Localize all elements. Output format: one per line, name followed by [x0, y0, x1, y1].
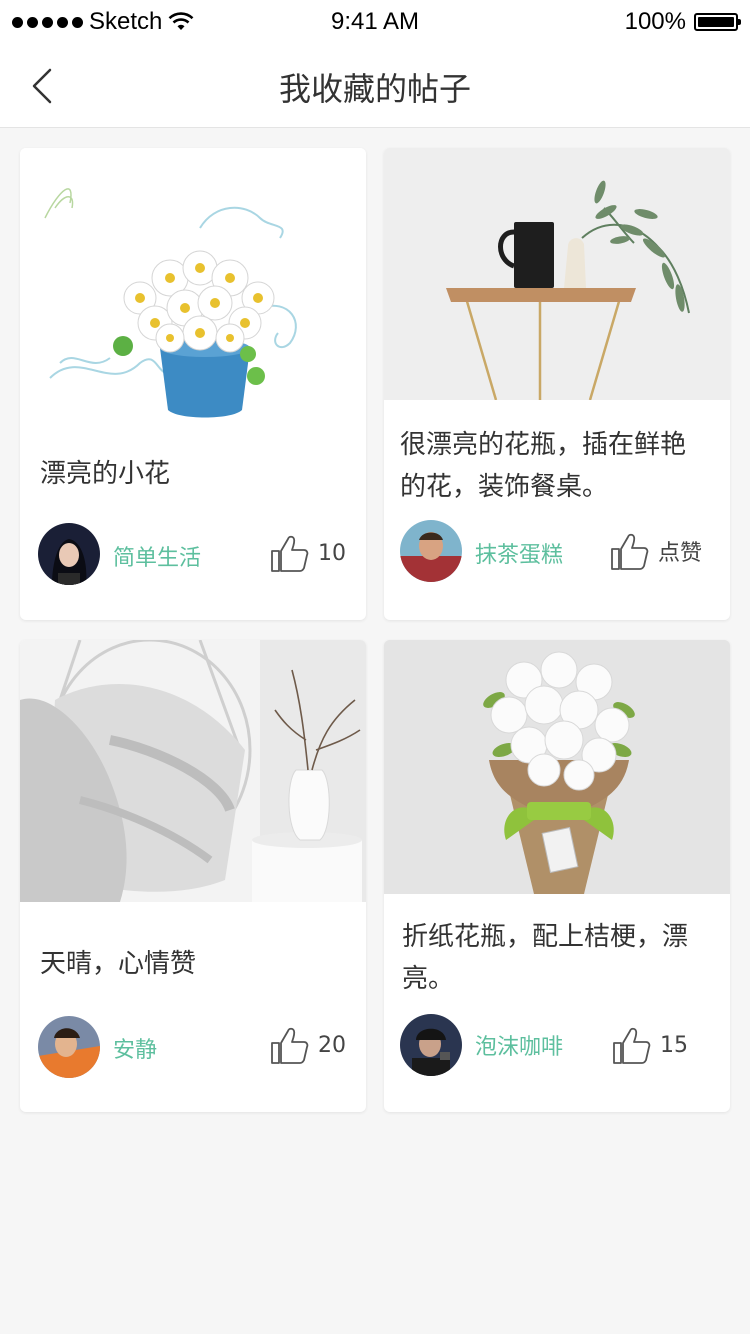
post-card[interactable]: 折纸花瓶，配上桔梗，漂亮。 泡沫咖啡 15: [384, 640, 730, 1112]
battery-percent: 100%: [624, 8, 686, 35]
post-image: [20, 148, 366, 428]
post-image: [384, 640, 730, 894]
post-title: 天晴，心情赞: [40, 949, 197, 979]
author-avatar[interactable]: [38, 523, 100, 585]
like-button[interactable]: 10: [270, 533, 346, 573]
like-button[interactable]: 15: [612, 1025, 688, 1065]
like-button[interactable]: 20: [270, 1025, 346, 1065]
chevron-left-icon: [32, 68, 52, 104]
like-count: 10: [318, 540, 346, 566]
post-image: [20, 640, 366, 902]
back-button[interactable]: [22, 64, 66, 108]
post-title: 折纸花瓶，配上桔梗，漂亮。: [402, 922, 689, 994]
nav-bar: 我收藏的帖子: [0, 44, 750, 128]
author-name[interactable]: 抹茶蛋糕: [475, 537, 563, 569]
thumbs-up-icon: [613, 1027, 651, 1064]
thumbs-up-icon: [271, 535, 309, 572]
post-image: [384, 148, 730, 400]
like-count: 20: [318, 1032, 346, 1058]
post-title: 漂亮的小花: [40, 459, 171, 489]
thumbs-up-icon: [611, 533, 649, 570]
author-avatar[interactable]: [38, 1016, 100, 1078]
page-title: 我收藏的帖子: [278, 70, 471, 108]
author-name[interactable]: 简单生活: [113, 540, 201, 572]
post-card[interactable]: 漂亮的小花 简单生活 10: [20, 148, 366, 620]
like-count: 15: [660, 1032, 688, 1058]
author-name[interactable]: 安静: [113, 1032, 157, 1064]
status-right: 100%: [624, 8, 741, 36]
post-title: 很漂亮的花瓶，插在鲜艳的花，装饰餐桌。: [400, 430, 687, 502]
like-count: 点赞: [658, 541, 703, 566]
author-avatar[interactable]: [400, 520, 462, 582]
status-bar: Sketch 9:41 AM 100%: [0, 0, 750, 44]
author-name[interactable]: 泡沫咖啡: [475, 1029, 563, 1061]
like-button[interactable]: 点赞: [610, 531, 702, 571]
author-avatar[interactable]: [400, 1014, 462, 1076]
post-card[interactable]: 很漂亮的花瓶，插在鲜艳的花，装饰餐桌。 抹茶蛋糕 点赞: [384, 148, 730, 620]
thumbs-up-icon: [271, 1027, 309, 1064]
battery-icon: [694, 13, 741, 31]
post-card[interactable]: 天晴，心情赞 安静 20: [20, 640, 366, 1112]
